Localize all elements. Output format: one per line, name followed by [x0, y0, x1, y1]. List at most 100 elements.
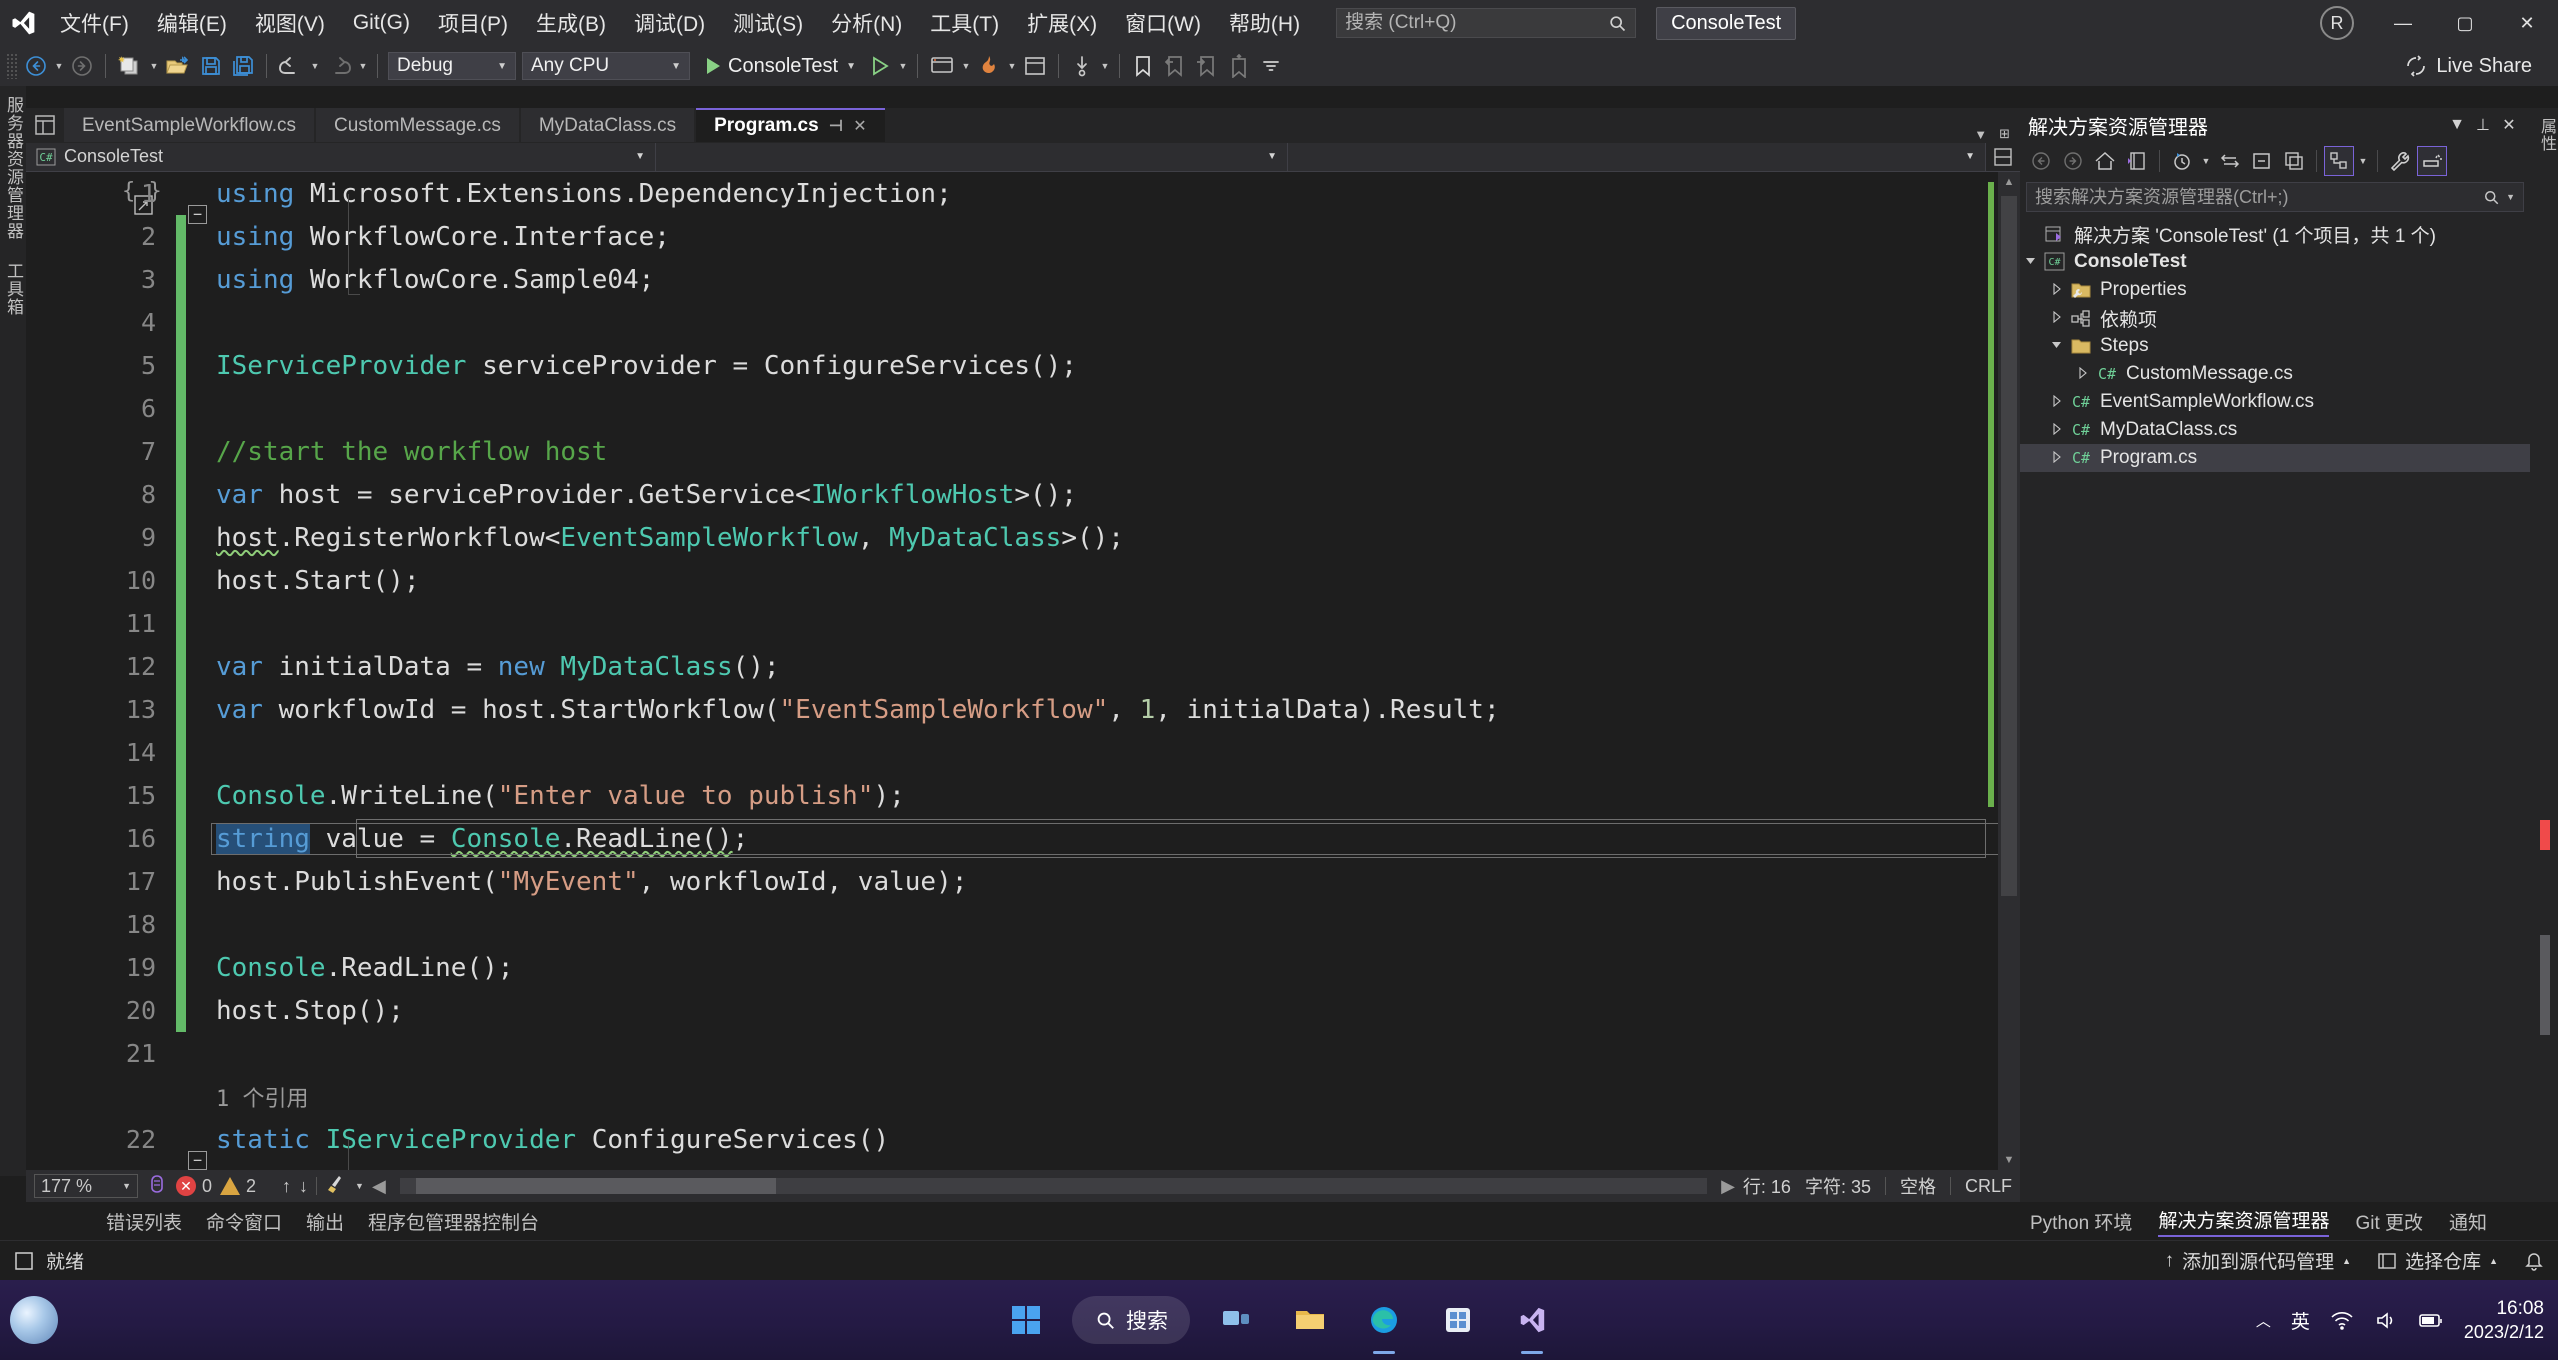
code-line-row[interactable]: 3 using WorkflowCore.Sample04;: [26, 258, 1998, 301]
minimize-button[interactable]: —: [2372, 0, 2434, 46]
code-line-row[interactable]: 21: [26, 1032, 1998, 1075]
code-cleanup-button[interactable]: [325, 1174, 347, 1199]
menu-debug[interactable]: 调试(D): [620, 0, 719, 46]
save-button[interactable]: [195, 50, 227, 82]
navigate-back-dropdown[interactable]: ▼: [52, 61, 66, 71]
se-sync-button[interactable]: [2215, 146, 2245, 176]
start-options-dropdown[interactable]: ▼: [896, 61, 910, 71]
menu-build[interactable]: 生成(B): [522, 0, 620, 46]
live-preview-button[interactable]: [925, 50, 959, 82]
code-reference-row[interactable]: 1 个引用: [26, 1075, 1998, 1118]
tree-root-solution[interactable]: 解决方案 'ConsoleTest' (1 个项目，共 1 个): [2020, 220, 2530, 248]
menu-help[interactable]: 帮助(H): [1215, 0, 1314, 46]
undo-button[interactable]: [274, 50, 308, 82]
prev-issue-button[interactable]: ↑: [282, 1176, 291, 1197]
line-number-indicator[interactable]: 行: 16: [1743, 1173, 1791, 1199]
expander-closed-icon[interactable]: [2046, 394, 2068, 410]
se-view-class-button[interactable]: [2324, 146, 2354, 176]
toolbox-tab[interactable]: 工具箱: [0, 262, 26, 316]
se-show-all-files-button[interactable]: [2279, 146, 2309, 176]
code-lens-reference[interactable]: 1 个引用: [216, 1087, 309, 1112]
new-project-dropdown[interactable]: ▼: [147, 61, 161, 71]
server-explorer-tab[interactable]: 服务器资源管理器: [0, 96, 26, 240]
editor-tab-eventsampleworkflow[interactable]: EventSampleWorkflow.cs: [64, 108, 315, 142]
code-text[interactable]: var initialData = new MyDataClass();: [212, 652, 1998, 682]
close-tab-icon[interactable]: ✕: [853, 116, 866, 136]
zoom-level-combo[interactable]: 177 % ▼: [34, 1174, 138, 1198]
code-text[interactable]: string value = Console.ReadLine();: [211, 822, 1999, 855]
code-text[interactable]: 1 个引用: [212, 1081, 1998, 1113]
code-line-row[interactable]: 16 string value = Console.ReadLine();: [26, 817, 1999, 860]
solution-tree[interactable]: 解决方案 'ConsoleTest' (1 个项目，共 1 个) C# Conso…: [2020, 216, 2530, 472]
tree-item-eventsampleworkflow-cs[interactable]: C# EventSampleWorkflow.cs: [2020, 388, 2530, 416]
configuration-combo[interactable]: Debug ▼: [388, 52, 516, 80]
navigate-forward-button[interactable]: [66, 50, 98, 82]
edge-browser-button[interactable]: [1356, 1292, 1412, 1348]
code-line-row[interactable]: 18: [26, 903, 1998, 946]
select-repository-button[interactable]: 选择仓库 ▲: [2377, 1247, 2498, 1274]
start-debug-button[interactable]: ConsoleTest ▼: [699, 50, 864, 82]
se-back-button[interactable]: [2026, 146, 2056, 176]
network-icon[interactable]: [2330, 1310, 2354, 1330]
code-lines[interactable]: 1− using Microsoft.Extensions.DependencyI…: [26, 172, 1999, 1170]
expander-closed-icon[interactable]: [2046, 282, 2068, 298]
code-line-row[interactable]: 19 Console.ReadLine();: [26, 946, 1998, 989]
tree-item-mydataclass-cs[interactable]: C# MyDataClass.cs: [2020, 416, 2530, 444]
split-editor-icon[interactable]: ⊞: [1999, 126, 2010, 142]
menu-view[interactable]: 视图(V): [241, 0, 339, 46]
se-preview-button[interactable]: [2417, 146, 2447, 176]
taskbar-search-button[interactable]: 搜索: [1072, 1296, 1190, 1344]
new-project-button[interactable]: [113, 50, 147, 82]
indentation-indicator[interactable]: 空格: [1900, 1173, 1936, 1199]
menu-project[interactable]: 项目(P): [424, 0, 522, 46]
project-scope-combo[interactable]: C# ConsoleTest ▼: [26, 142, 656, 171]
code-line-row[interactable]: 11: [26, 602, 1998, 645]
tab-list-icon[interactable]: [26, 108, 64, 142]
code-line-row[interactable]: 14: [26, 731, 1998, 774]
code-cleanup-dropdown[interactable]: ▼: [355, 1181, 364, 1191]
prev-bookmark-button[interactable]: [1159, 50, 1191, 82]
code-editor[interactable]: { } 1− using Microsoft.Extensions.Depende…: [26, 172, 2020, 1170]
start-without-debug-button[interactable]: [864, 50, 896, 82]
right-overview-scroll[interactable]: [2540, 820, 2552, 1110]
search-options-dropdown[interactable]: ▼: [2506, 192, 2515, 202]
scroll-up-icon[interactable]: ▲: [1998, 172, 2020, 192]
member-scope-combo[interactable]: ▼: [1288, 142, 1986, 171]
code-text[interactable]: using WorkflowCore.Sample04;: [212, 265, 1998, 295]
clear-bookmarks-button[interactable]: [1223, 50, 1255, 82]
type-scope-combo[interactable]: ▼: [656, 142, 1288, 171]
h-scroll-left-arrow[interactable]: ◀: [372, 1176, 386, 1197]
code-text[interactable]: //start the workflow host: [212, 437, 1998, 467]
expander-open-icon[interactable]: [2020, 255, 2042, 270]
editor-split-icon[interactable]: [1986, 147, 2020, 166]
menu-analyze[interactable]: 分析(N): [817, 0, 916, 46]
tab-package-manager-console[interactable]: 程序包管理器控制台: [368, 1208, 539, 1235]
se-pending-changes-button[interactable]: [2167, 146, 2197, 176]
se-pending-dropdown[interactable]: ▼: [2199, 156, 2213, 166]
ime-language-indicator[interactable]: 英: [2291, 1307, 2310, 1334]
code-text[interactable]: static IServiceProvider ConfigureService…: [212, 1125, 1998, 1155]
taskbar-clock[interactable]: 16:08 2023/2/12: [2464, 1297, 2544, 1343]
undo-dropdown[interactable]: ▼: [308, 61, 322, 71]
volume-icon[interactable]: [2374, 1310, 2398, 1330]
code-text[interactable]: host.Start();: [212, 566, 1998, 596]
code-line-row[interactable]: 15 Console.WriteLine("Enter value to publ…: [26, 774, 1998, 817]
next-issue-button[interactable]: ↓: [299, 1176, 308, 1197]
solution-explorer-search[interactable]: ▼: [2026, 182, 2524, 212]
menu-git[interactable]: Git(G): [339, 0, 424, 46]
se-properties-button[interactable]: [2385, 146, 2415, 176]
tree-item-program-cs[interactable]: C# Program.cs: [2020, 444, 2530, 472]
code-line-row[interactable]: 12 var initialData = new MyDataClass();: [26, 645, 1998, 688]
code-text[interactable]: IServiceProvider serviceProvider = Confi…: [212, 351, 1998, 381]
code-text[interactable]: host.RegisterWorkflow<EventSampleWorkflo…: [212, 523, 1998, 553]
code-line-row[interactable]: 2 using WorkflowCore.Interface;: [26, 215, 1998, 258]
battery-icon[interactable]: [2418, 1310, 2444, 1330]
live-share-button[interactable]: Live Share: [2404, 54, 2532, 78]
se-solution-view-button[interactable]: [2122, 146, 2152, 176]
code-line-row[interactable]: 22− static IServiceProvider ConfigureServ…: [26, 1118, 1998, 1170]
live-preview-dropdown[interactable]: ▼: [959, 61, 973, 71]
code-line-row[interactable]: 13 var workflowId = host.StartWorkflow("E…: [26, 688, 1998, 731]
hot-reload-button[interactable]: [973, 50, 1005, 82]
warning-count-indicator[interactable]: 2: [220, 1176, 256, 1197]
column-indicator[interactable]: 字符: 35: [1805, 1173, 1871, 1199]
